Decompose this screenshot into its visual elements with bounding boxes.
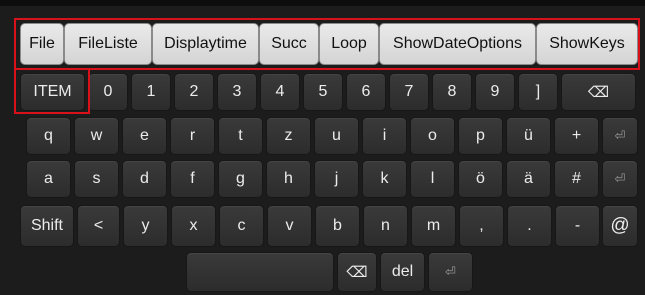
enter-icon[interactable]: ⏎ [428, 252, 473, 292]
succ-key[interactable]: Succ [259, 23, 319, 65]
key-v[interactable]: v [267, 205, 312, 247]
key-h[interactable]: h [266, 160, 311, 198]
space-bar[interactable] [186, 252, 334, 292]
showdateoptions-key[interactable]: ShowDateOptions [379, 23, 536, 65]
key-hash[interactable]: # [554, 160, 599, 198]
key-u[interactable]: u [314, 117, 359, 155]
key-p[interactable]: p [458, 117, 503, 155]
keyboard-top-edge [0, 0, 645, 6]
backspace-icon[interactable]: ⌫ [561, 73, 636, 111]
key-2[interactable]: 2 [174, 73, 214, 111]
key-1[interactable]: 1 [131, 73, 171, 111]
key-x[interactable]: x [171, 205, 216, 247]
virtual-keyboard: File FileListe Displaytime Succ Loop Sho… [0, 0, 645, 295]
key-g[interactable]: g [218, 160, 263, 198]
key-z[interactable]: z [266, 117, 311, 155]
enter-icon[interactable]: ⏎ [602, 117, 638, 155]
shift-key[interactable]: Shift [20, 205, 74, 247]
key-s[interactable]: s [74, 160, 119, 198]
key-q[interactable]: q [26, 117, 71, 155]
key-period[interactable]: . [507, 205, 552, 247]
key-w[interactable]: w [74, 117, 119, 155]
key-0[interactable]: 0 [88, 73, 128, 111]
key-o[interactable]: o [410, 117, 455, 155]
key-n[interactable]: n [363, 205, 408, 247]
key-bracket[interactable]: ] [518, 73, 558, 111]
item-key[interactable]: ITEM [20, 73, 85, 111]
loop-key[interactable]: Loop [319, 23, 379, 65]
key-r[interactable]: r [170, 117, 215, 155]
key-comma[interactable]: , [459, 205, 504, 247]
key-6[interactable]: 6 [346, 73, 386, 111]
key-b[interactable]: b [315, 205, 360, 247]
key-o-umlaut[interactable]: ö [458, 160, 503, 198]
key-5[interactable]: 5 [303, 73, 343, 111]
fileliste-key[interactable]: FileListe [64, 23, 152, 65]
key-less-than[interactable]: < [77, 205, 120, 247]
backspace-icon[interactable]: ⌫ [337, 252, 377, 292]
key-u-umlaut[interactable]: ü [506, 117, 551, 155]
key-k[interactable]: k [362, 160, 407, 198]
key-i[interactable]: i [362, 117, 407, 155]
key-f[interactable]: f [170, 160, 215, 198]
showkeys-key[interactable]: ShowKeys [536, 23, 638, 65]
key-a-umlaut[interactable]: ä [506, 160, 551, 198]
key-e[interactable]: e [122, 117, 167, 155]
key-l[interactable]: l [410, 160, 455, 198]
key-3[interactable]: 3 [217, 73, 257, 111]
key-c[interactable]: c [219, 205, 264, 247]
key-a[interactable]: a [26, 160, 71, 198]
key-7[interactable]: 7 [389, 73, 429, 111]
key-d[interactable]: d [122, 160, 167, 198]
delete-key[interactable]: del [380, 252, 425, 292]
key-j[interactable]: j [314, 160, 359, 198]
key-8[interactable]: 8 [432, 73, 472, 111]
key-t[interactable]: t [218, 117, 263, 155]
key-minus[interactable]: - [555, 205, 600, 247]
enter-icon[interactable]: ⏎ [602, 160, 638, 198]
key-at[interactable]: @ [602, 205, 638, 247]
key-plus[interactable]: + [554, 117, 599, 155]
key-4[interactable]: 4 [260, 73, 300, 111]
file-key[interactable]: File [20, 23, 64, 65]
key-9[interactable]: 9 [475, 73, 515, 111]
displaytime-key[interactable]: Displaytime [152, 23, 259, 65]
key-m[interactable]: m [411, 205, 456, 247]
key-y[interactable]: y [123, 205, 168, 247]
